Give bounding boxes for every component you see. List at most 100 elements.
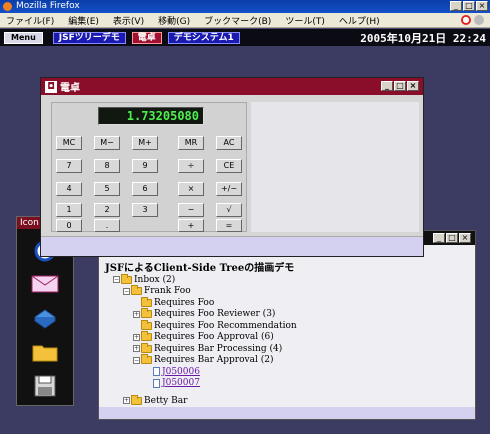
menu-view[interactable]: 表示(V)	[113, 14, 144, 27]
collapse-toggle-icon[interactable]: −	[113, 276, 120, 284]
key-2[interactable]: 2	[94, 203, 120, 217]
document-icon	[153, 367, 160, 377]
tree-node-requires-bar-approval[interactable]: − Requires Bar Approval (2)	[105, 354, 475, 367]
task-demo-system[interactable]: デモシステム1	[167, 31, 240, 44]
throbber-area: ●	[461, 15, 484, 25]
firefox-icon	[3, 2, 12, 11]
task-calculator[interactable]: 電卓	[131, 31, 162, 44]
key-5[interactable]: 5	[94, 182, 120, 196]
menu-tools[interactable]: ツール(T)	[285, 14, 325, 27]
tree-demo-window: _ □ × JSFによるClient-Side Treeの描画デモ − Inbo…	[98, 230, 476, 420]
key-ce[interactable]: CE	[216, 159, 242, 173]
taskbar-clock: 2005年10月21日 22:24	[360, 32, 486, 45]
folder-icon	[131, 394, 142, 405]
key-6[interactable]: 6	[132, 182, 158, 196]
tree-node-inbox[interactable]: − Inbox (2)	[105, 273, 475, 286]
tree-leaf-j050006[interactable]: J050006	[105, 366, 475, 378]
throbber-icon	[474, 15, 484, 25]
key-ac[interactable]: AC	[216, 136, 242, 150]
desktop-taskbar: Menu JSFツリーデモ 電卓 デモシステム1 2005年10月21日 22:…	[0, 29, 490, 46]
key-0[interactable]: 0	[56, 219, 82, 232]
tree-window-controls: _ □ ×	[433, 233, 471, 243]
tree-minimize-button[interactable]: _	[433, 233, 445, 243]
stop-icon[interactable]: ●	[461, 15, 471, 25]
tree-content: JSFによるClient-Side Treeの描画デモ − Inbox (2) …	[99, 245, 475, 407]
calculator-window: ◘ 電卓 _ □ × 1.73205080 MC M− M+ MR AC 7 8…	[40, 77, 424, 257]
key-mc[interactable]: MC	[56, 136, 82, 150]
task-tree-demo[interactable]: JSFツリーデモ	[52, 31, 126, 44]
collapse-toggle-icon[interactable]: −	[133, 356, 140, 364]
key-m-plus[interactable]: M+	[132, 136, 158, 150]
calc-maximize-button[interactable]: □	[394, 81, 406, 91]
key-add[interactable]: +	[178, 219, 204, 232]
tree-heading: JSFによるClient-Side Treeの描画デモ	[105, 263, 295, 274]
menu-go[interactable]: 移動(G)	[158, 14, 190, 27]
tree-node-requires-foo[interactable]: Requires Foo	[105, 296, 475, 309]
tree-leaf-link[interactable]: J050007	[162, 378, 200, 388]
calculator-display: 1.73205080	[98, 107, 204, 125]
expand-toggle-icon[interactable]: +	[123, 397, 130, 405]
key-1[interactable]: 1	[56, 203, 82, 217]
tree-node-frank-foo[interactable]: − Frank Foo	[105, 285, 475, 298]
tree-close-button[interactable]: ×	[459, 233, 471, 243]
calc-minimize-button[interactable]: _	[381, 81, 393, 91]
key-multiply[interactable]: ×	[178, 182, 204, 196]
key-sign[interactable]: +/−	[216, 182, 242, 196]
folder-icon	[141, 308, 152, 319]
tree-node-requires-foo-approval[interactable]: + Requires Foo Approval (6)	[105, 331, 475, 344]
key-decimal[interactable]: .	[94, 219, 120, 232]
tree-window-footer	[99, 407, 475, 419]
calculator-app-icon: ◘	[45, 80, 57, 93]
folder-icon	[141, 319, 152, 330]
browser-titlebar: Mozilla Firefox _ □ ×	[0, 0, 490, 13]
tree-node-requires-bar-processing[interactable]: + Requires Bar Processing (4)	[105, 342, 475, 355]
menu-edit[interactable]: 編集(E)	[68, 14, 99, 27]
calculator-blank-area	[251, 102, 419, 232]
calculator-footer	[41, 236, 423, 256]
expand-toggle-icon[interactable]: +	[133, 310, 140, 318]
key-sqrt[interactable]: √	[216, 203, 242, 217]
key-m-minus[interactable]: M−	[94, 136, 120, 150]
maximize-button[interactable]: □	[463, 1, 475, 11]
key-divide[interactable]: ÷	[178, 159, 204, 173]
calculator-titlebar[interactable]: ◘ 電卓 _ □ ×	[41, 78, 423, 95]
calculator-title: 電卓	[60, 83, 80, 94]
document-icon	[153, 378, 160, 388]
start-menu-button[interactable]: Menu	[4, 31, 43, 44]
browser-menubar: ファイル(F) 編集(E) 表示(V) 移動(G) ブックマーク(B) ツール(…	[0, 13, 490, 28]
tree-node-betty-bar[interactable]: + Betty Bar	[105, 394, 475, 407]
expand-toggle-icon[interactable]: +	[133, 345, 140, 353]
menu-bookmarks[interactable]: ブックマーク(B)	[204, 14, 271, 27]
calculator-keypad: 1.73205080 MC M− M+ MR AC 7 8 9 ÷ CE 4 5…	[51, 102, 247, 232]
minimize-button[interactable]: _	[450, 1, 462, 11]
tree-leaf-j050007[interactable]: J050007	[105, 378, 475, 390]
tree-node-requires-foo-recommendation[interactable]: Requires Foo Recommendation	[105, 319, 475, 332]
menu-help[interactable]: ヘルプ(H)	[339, 14, 380, 27]
key-4[interactable]: 4	[56, 182, 82, 196]
folder-open-icon	[131, 285, 142, 296]
storage-app-icon[interactable]	[25, 305, 65, 331]
mail-app-icon[interactable]	[25, 271, 65, 297]
key-3[interactable]: 3	[132, 203, 158, 217]
expand-toggle-icon[interactable]: +	[133, 333, 140, 341]
folder-icon	[141, 342, 152, 353]
key-subtract[interactable]: −	[178, 203, 204, 217]
folder-app-icon[interactable]	[25, 339, 65, 365]
close-button[interactable]: ×	[476, 1, 488, 11]
key-9[interactable]: 9	[132, 159, 158, 173]
folder-icon	[141, 296, 152, 307]
tree-node-requires-foo-reviewer[interactable]: + Requires Foo Reviewer (3)	[105, 308, 475, 321]
disk-app-icon[interactable]	[25, 373, 65, 399]
key-equals[interactable]: =	[216, 219, 242, 232]
key-8[interactable]: 8	[94, 159, 120, 173]
menu-file[interactable]: ファイル(F)	[6, 14, 54, 27]
key-mr[interactable]: MR	[178, 136, 204, 150]
tree-maximize-button[interactable]: □	[446, 233, 458, 243]
browser-window-controls: _ □ ×	[450, 1, 488, 11]
folder-open-icon	[121, 273, 132, 284]
collapse-toggle-icon[interactable]: −	[123, 287, 130, 295]
calc-close-button[interactable]: ×	[407, 81, 419, 91]
tree-leaf-link[interactable]: J050006	[162, 367, 200, 377]
key-7[interactable]: 7	[56, 159, 82, 173]
folder-icon	[141, 331, 152, 342]
